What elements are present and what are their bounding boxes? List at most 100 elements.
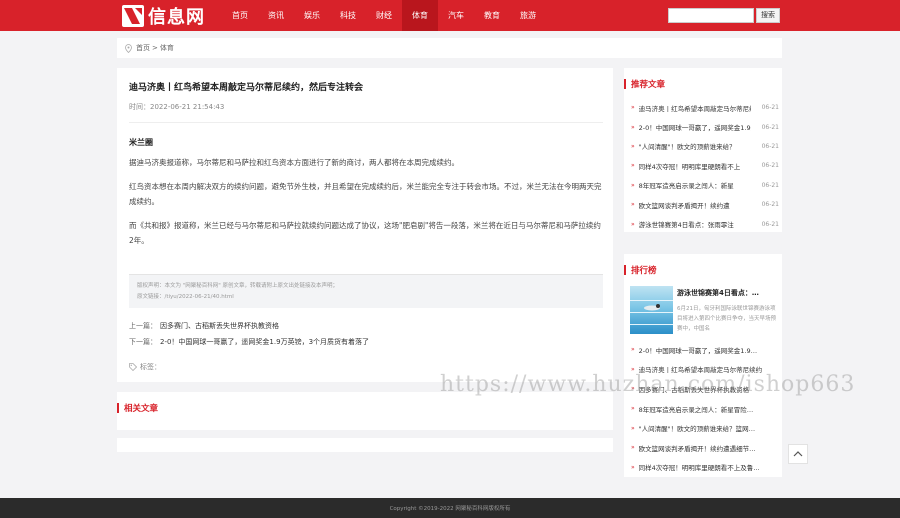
breadcrumb-current[interactable]: 体育 xyxy=(160,43,174,53)
list-item[interactable]: » 游泳世锦赛第4日看点：张雨霏注 06-21 xyxy=(631,214,779,233)
bullet-icon: » xyxy=(631,405,635,413)
breadcrumb-home[interactable]: 首页 xyxy=(136,43,150,53)
featured-article[interactable]: 游泳世锦赛第4日看点：… 6月21日，匈牙利国际泳联世锦赛游泳项目将进入第四个比… xyxy=(630,286,778,334)
footer: Copyright ©2019-2022 网聚秘百科网版权所有 xyxy=(0,498,900,518)
heading-bar xyxy=(624,79,626,89)
nav-home[interactable]: 首页 xyxy=(222,0,258,31)
list-item[interactable]: » 2-0！中国网球一哥赢了，遥网奖金1.9万英镑 06-21 xyxy=(631,117,779,136)
ranking-title[interactable]: 同样4次夺冠！明明库里硬朗看不上及鲁… xyxy=(639,462,760,472)
bullet-icon: » xyxy=(631,463,635,471)
article-title: 迪马济奥丨红鸟希望本周敲定马尔蒂尼续约，然后专注转会 xyxy=(129,83,364,93)
ranking-heading-text: 排行榜 xyxy=(631,266,657,276)
nav-sports[interactable]: 体育 xyxy=(402,0,438,31)
bullet-icon: » xyxy=(631,104,635,112)
recommend-panel: 推荐文章 » 迪马济奥丨红鸟希望本周敲定马尔蒂尼续约 06-21 » 2-0！中国网球… xyxy=(624,68,782,232)
related-list-area xyxy=(117,438,613,452)
recommend-title[interactable]: 8年冠军造亮启示录之闯人：新星 xyxy=(639,180,751,190)
list-item[interactable]: » 8年冠军造亮启示录之闯人：新星冒险… xyxy=(631,399,779,419)
article-paragraph: 据迪马济奥报道称，马尔蒂尼和马萨拉和红鸟资本方面进行了新的商讨，两人都将在本周完… xyxy=(129,158,459,167)
recommend-title[interactable]: 2-0！中国网球一哥赢了，遥网奖金1.9万英镑 xyxy=(639,122,751,132)
pool-lane xyxy=(630,324,673,325)
location-pin-icon xyxy=(125,43,132,53)
ranking-heading: 排行榜 xyxy=(624,264,657,276)
heading-bar xyxy=(624,265,626,275)
article-time: 时间：2022-06-21 21:54:43 xyxy=(129,103,225,111)
divider xyxy=(129,122,603,123)
recommend-date: 06-21 xyxy=(761,220,779,228)
list-item[interactable]: » "人间清醒"！欧文的顶薪谁来给？ 06-21 xyxy=(631,137,779,156)
next-label: 下一篇： xyxy=(129,338,157,346)
ranking-title[interactable]: "人间清醒"！欧文的顶薪谁来给？篮网… xyxy=(639,423,755,433)
breadcrumb: 首页 > 体育 xyxy=(117,38,782,58)
bullet-icon: » xyxy=(631,201,635,209)
prev-article-link[interactable]: 因多赛门、古稻斯丢失世界杯执教资格 xyxy=(160,322,279,330)
recommend-date: 06-21 xyxy=(761,181,779,189)
pool-lane xyxy=(630,300,673,301)
bullet-icon: » xyxy=(631,220,635,228)
swimming-thumbnail[interactable] xyxy=(630,286,673,334)
nav-education[interactable]: 教育 xyxy=(474,0,510,31)
related-heading-text: 相关文章 xyxy=(124,404,159,414)
copyright-notice: 版权声明：本文为 "网聚秘百科网" 原创文章，转载请附上原文出处链接及本声明； … xyxy=(129,274,603,308)
search-box: 搜索 xyxy=(668,8,780,23)
recommend-date: 06-21 xyxy=(761,201,779,209)
ranking-panel: 排行榜 游泳世锦赛第4日看点：… 6月21日，匈牙利国际泳联世锦赛游泳项目将进入… xyxy=(624,254,782,477)
article-paragraph: 红鸟资本想在本周内解决双方的续约问题，避免节外生枝，并且希望在完成续约后，米兰能… xyxy=(129,182,602,206)
recommend-date: 06-21 xyxy=(761,123,779,131)
recommend-title[interactable]: "人间清醒"！欧文的顶薪谁来给？ xyxy=(639,141,751,151)
bullet-icon: » xyxy=(631,346,635,354)
bullet-icon: » xyxy=(631,444,635,452)
featured-description: 6月21日，匈牙利国际泳联世锦赛游泳项目将进入第四个比赛日争夺，当天早场预赛中，… xyxy=(677,306,777,332)
top-navbar: 信息网 首页 资讯 娱乐 科技 财经 体育 汽车 教育 旅游 搜索 xyxy=(0,0,900,31)
logo-icon xyxy=(122,5,144,27)
recommend-title[interactable]: 迪马济奥丨红鸟希望本周敲定马尔蒂尼续约 xyxy=(639,103,751,113)
recommend-date: 06-21 xyxy=(761,104,779,112)
nav-tech[interactable]: 科技 xyxy=(330,0,366,31)
footer-copyright: Copyright ©2019-2022 网聚秘百科网版权所有 xyxy=(389,506,511,512)
tags-label: 标签： xyxy=(140,363,161,371)
recommend-list: » 迪马济奥丨红鸟希望本周敲定马尔蒂尼续约 06-21 » 2-0！中国网球一哥赢了，… xyxy=(631,98,779,234)
notice-line: 版权声明：本文为 "网聚秘百科网" 原创文章，转载请附上原文出处链接及本声明； xyxy=(137,283,339,289)
nav-finance[interactable]: 财经 xyxy=(366,0,402,31)
logo-text: 信息网 xyxy=(148,7,205,28)
recommend-title[interactable]: 欧文篮网谈判矛盾揭开！续约遭 xyxy=(639,200,751,210)
nav-news[interactable]: 资讯 xyxy=(258,0,294,31)
nav-travel[interactable]: 旅游 xyxy=(510,0,546,31)
list-item[interactable]: » 迪马济奥丨红鸟希望本周敲定马尔蒂尼续约 06-21 xyxy=(631,98,779,117)
list-item[interactable]: » 2-0！中国网球一哥赢了，遥网奖金1.9… xyxy=(631,340,779,360)
ranking-title[interactable]: 2-0！中国网球一哥赢了，遥网奖金1.9… xyxy=(639,345,757,355)
related-articles: 相关文章 xyxy=(117,392,613,430)
back-to-top-button[interactable] xyxy=(788,444,808,464)
bullet-icon: » xyxy=(631,123,635,131)
article-card: 迪马济奥丨红鸟希望本周敲定马尔蒂尼续约，然后专注转会 时间：2022-06-21… xyxy=(117,68,613,382)
recommend-title[interactable]: 同样4次夺冠！明明库里硬朗看不上 xyxy=(639,161,751,171)
list-item[interactable]: » 欧文篮网谈判矛盾揭开！续约遭遇细节… xyxy=(631,438,779,458)
list-item[interactable]: » 8年冠军造亮启示录之闯人：新星 06-21 xyxy=(631,176,779,195)
watermark-text: https://www.huzhan.com/ishop663 xyxy=(440,372,856,397)
ranking-title[interactable]: 欧文篮网谈判矛盾揭开！续约遭遇细节… xyxy=(639,443,756,453)
breadcrumb-separator: > xyxy=(152,44,158,52)
ranking-title[interactable]: 8年冠军造亮启示录之闯人：新星冒险… xyxy=(639,404,754,414)
recommend-title[interactable]: 游泳世锦赛第4日看点：张雨霏注 xyxy=(639,219,751,229)
list-item[interactable]: » 欧文篮网谈判矛盾揭开！续约遭 06-21 xyxy=(631,195,779,214)
swimmer-icon xyxy=(644,304,660,311)
ranking-list: » 2-0！中国网球一哥赢了，遥网奖金1.9… » 迪马济奥丨红鸟希望本周敲定马尔蒂… xyxy=(631,340,779,477)
article-subheading: 米兰圈 xyxy=(129,138,153,147)
related-heading: 相关文章 xyxy=(117,402,158,414)
featured-title[interactable]: 游泳世锦赛第4日看点：… xyxy=(677,288,777,298)
bullet-icon: » xyxy=(631,142,635,150)
list-item[interactable]: » "人间清醒"！欧文的顶薪谁来给？篮网… xyxy=(631,418,779,438)
notice-link[interactable]: 原文链接：/tiyu/2022-06-21/40.html xyxy=(137,292,595,303)
site-logo[interactable]: 信息网 xyxy=(122,4,205,28)
recommend-date: 06-21 xyxy=(761,162,779,170)
list-item[interactable]: » 同样4次夺冠！明明库里硬朗看不上及鲁… xyxy=(631,458,779,478)
bullet-icon: » xyxy=(631,181,635,189)
main-nav: 首页 资讯 娱乐 科技 财经 体育 汽车 教育 旅游 xyxy=(222,0,546,31)
nav-entertainment[interactable]: 娱乐 xyxy=(294,0,330,31)
next-article-link[interactable]: 2-0！中国网球一哥赢了，遥网奖金1.9万英镑，3个月质货有着落了 xyxy=(160,338,369,346)
tags-row: 标签： xyxy=(129,362,161,372)
list-item[interactable]: » 同样4次夺冠！明明库里硬朗看不上 06-21 xyxy=(631,156,779,175)
search-input[interactable] xyxy=(668,8,754,23)
nav-auto[interactable]: 汽车 xyxy=(438,0,474,31)
search-button[interactable]: 搜索 xyxy=(756,8,780,23)
